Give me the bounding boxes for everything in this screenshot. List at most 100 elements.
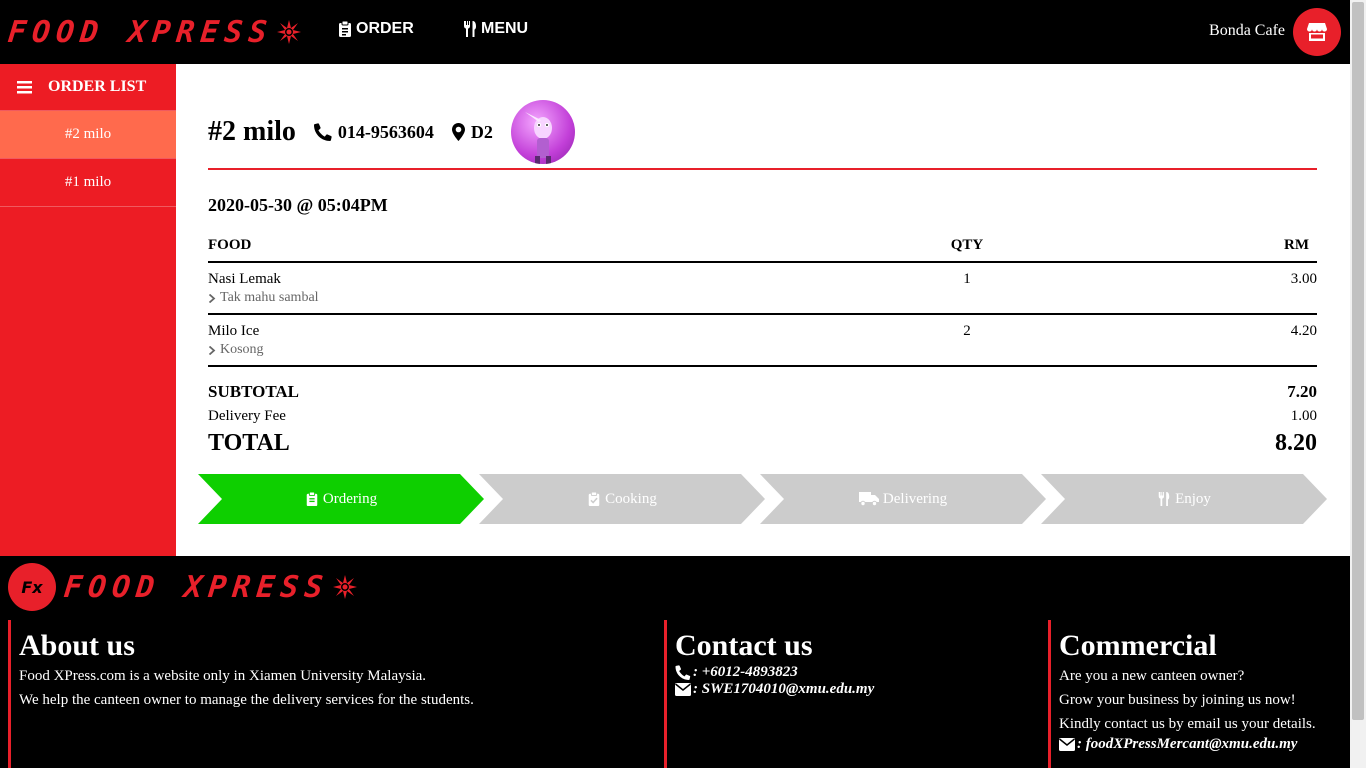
page-scrollbar[interactable] [1350, 0, 1366, 768]
contact-phone[interactable]: : +6012-4893823 [675, 664, 1044, 681]
store-profile-button[interactable] [1293, 8, 1341, 56]
clipboard-icon [306, 492, 318, 506]
step-label: Delivering [882, 490, 948, 507]
cafe-name: Bonda Cafe [1209, 22, 1285, 39]
brand-logo[interactable]: FOOD XPRESS [6, 12, 301, 52]
order-items-table: FOOD QTY RM Nasi Lemak Tak mahu sambal 1… [208, 229, 1317, 367]
scrollbar-thumb[interactable] [1352, 2, 1364, 720]
order-detail-panel: #2 milo 014-9563604 D2 2020-05-30 @ 05:0… [176, 64, 1350, 556]
store-icon [1307, 23, 1327, 41]
customer-phone: 014-9563604 [313, 121, 434, 143]
top-navbar: FOOD XPRESS ORDER MENU Bonda Cafe [0, 0, 1350, 64]
item-note: Tak mahu sambal [208, 290, 917, 306]
total-value: 8.20 [1275, 430, 1317, 456]
site-footer: Fx FOOD XPRESS About us Food XPress.com … [0, 556, 1350, 768]
about-title: About us [19, 629, 135, 662]
contact-email-text: : SWE1704010@xmu.edu.my [693, 681, 875, 697]
footer-logo-badge: Fx [8, 563, 56, 611]
burst-icon [332, 575, 357, 599]
item-name: Nasi Lemak [208, 271, 281, 287]
brand-text: FOOD XPRESS [6, 14, 275, 50]
nav-menu-label: MENU [481, 20, 529, 37]
order-list-sidebar: ORDER LIST #2 milo #1 milo [0, 64, 176, 556]
location-code: D2 [470, 121, 493, 142]
footer-brand: Fx FOOD XPRESS [8, 563, 357, 611]
item-qty: 2 [917, 314, 1017, 367]
avatar-figure [524, 112, 552, 164]
subtotal-label: SUBTOTAL [208, 382, 300, 401]
order-list-title: ORDER LIST [48, 78, 147, 95]
table-row: Nasi Lemak Tak mahu sambal 1 3.00 [208, 262, 1317, 315]
order-header: #2 milo 014-9563604 D2 [208, 96, 1317, 170]
order-list-header[interactable]: ORDER LIST [0, 64, 176, 111]
total-label: TOTAL [208, 430, 290, 456]
utensils-icon [464, 21, 476, 37]
map-marker-icon [451, 123, 465, 141]
item-name: Milo Ice [208, 323, 260, 339]
step-delivering[interactable]: Delivering [760, 474, 1046, 524]
truck-icon [858, 492, 879, 506]
contact-email[interactable]: : SWE1704010@xmu.edu.my [675, 681, 1044, 698]
footer-contact-section: Contact us : +6012-4893823 : SWE1704010@… [664, 620, 1044, 768]
contact-phone-text: : +6012-4893823 [693, 664, 798, 680]
phone-icon [675, 665, 691, 680]
clipboard-icon [339, 21, 351, 37]
item-price: 3.00 [1017, 262, 1317, 315]
sidebar-item-label: #2 milo [64, 126, 112, 142]
nav-menu-link[interactable]: MENU [463, 20, 528, 38]
step-cooking[interactable]: Cooking [479, 474, 765, 524]
step-label: Cooking [605, 490, 657, 507]
subtotal-row: SUBTOTAL 7.20 [208, 382, 1317, 402]
envelope-icon [675, 683, 691, 696]
commercial-title: Commercial [1059, 629, 1217, 662]
burst-icon [276, 20, 301, 44]
commercial-email-text: : foodXPressMercant@xmu.edu.my [1077, 736, 1298, 752]
commercial-email[interactable]: : foodXPressMercant@xmu.edu.my [1059, 736, 1348, 753]
order-title: #2 milo [208, 116, 296, 147]
sidebar-item-order-1[interactable]: #1 milo [0, 159, 176, 207]
item-note-text: Kosong [220, 342, 264, 357]
sidebar-item-order-2[interactable]: #2 milo [0, 111, 176, 159]
contact-title: Contact us [675, 629, 813, 662]
phone-number: 014-9563604 [337, 121, 434, 142]
about-line: Food XPress.com is a website only in Xia… [19, 668, 427, 684]
column-qty: QTY [917, 229, 1017, 263]
commercial-line: Kindly contact us by email us your detai… [1059, 716, 1316, 732]
nav-order-label: ORDER [356, 20, 414, 37]
item-note: Kosong [208, 342, 917, 358]
hamburger-icon [17, 80, 32, 93]
delivery-fee-label: Delivery Fee [208, 408, 286, 424]
commercial-line: Are you a new canteen owner? [1059, 668, 1245, 684]
customer-avatar [510, 100, 575, 164]
column-rm: RM [1017, 229, 1317, 263]
delivery-fee-row: Delivery Fee 1.00 [208, 408, 1317, 425]
footer-commercial-section: Commercial Are you a new canteen owner? … [1048, 620, 1348, 768]
step-label: Enjoy [1175, 490, 1211, 507]
footer-about-section: About us Food XPress.com is a website on… [8, 620, 658, 768]
sidebar-item-label: #1 milo [64, 174, 112, 190]
delivery-fee-value: 1.00 [1290, 408, 1317, 424]
order-datetime: 2020-05-30 @ 05:04PM [208, 195, 388, 215]
order-progress-steps: Ordering Cooking Delivering Enjoy [198, 474, 1328, 524]
footer-brand-text: FOOD XPRESS [62, 569, 331, 605]
table-header-row: FOOD QTY RM [208, 229, 1317, 263]
total-row: TOTAL 8.20 [208, 430, 1317, 457]
item-note-text: Tak mahu sambal [220, 290, 319, 305]
chevron-right-icon [208, 345, 216, 355]
column-food: FOOD [208, 229, 917, 263]
delivery-location: D2 [451, 121, 493, 143]
step-ordering[interactable]: Ordering [198, 474, 484, 524]
clipboard-check-icon [588, 492, 600, 506]
step-enjoy[interactable]: Enjoy [1041, 474, 1327, 524]
chevron-right-icon [208, 293, 216, 303]
item-qty: 1 [917, 262, 1017, 315]
commercial-line: Grow your business by joining us now! [1059, 692, 1296, 708]
envelope-icon [1059, 738, 1075, 751]
step-label: Ordering [322, 490, 378, 507]
about-line: We help the canteen owner to manage the … [19, 692, 474, 708]
nav-order-link[interactable]: ORDER [338, 20, 414, 38]
utensils-icon [1158, 492, 1170, 506]
item-price: 4.20 [1017, 314, 1317, 367]
table-row: Milo Ice Kosong 2 4.20 [208, 314, 1317, 367]
subtotal-value: 7.20 [1287, 382, 1317, 401]
